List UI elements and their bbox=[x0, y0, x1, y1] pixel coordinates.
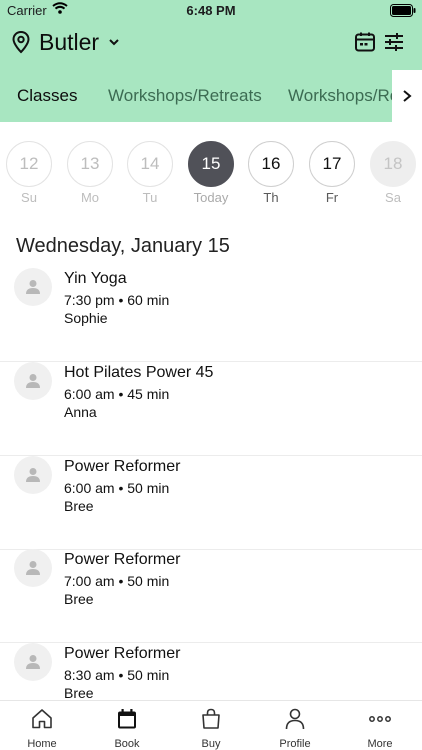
day-label: Mo bbox=[80, 190, 100, 205]
tab-workshops-retreats[interactable]: Workshops/Retreats bbox=[108, 86, 262, 106]
class-list-item[interactable]: Power Reformer 7:00 am • 50 min Bree bbox=[0, 549, 422, 643]
nav-label: More bbox=[367, 738, 393, 750]
tabs-scroll-button[interactable] bbox=[392, 70, 422, 122]
class-time: 8:30 am • 50 min bbox=[64, 667, 170, 683]
day-tuesday[interactable]: 14 Tu bbox=[127, 141, 173, 205]
nav-book[interactable]: Book bbox=[92, 707, 162, 750]
day-number: 17 bbox=[309, 141, 355, 187]
person-icon bbox=[285, 708, 305, 730]
class-list-item[interactable]: Yin Yoga 7:30 pm • 60 min Sophie bbox=[0, 268, 422, 362]
class-teacher: Anna bbox=[64, 404, 97, 420]
calendar-icon bbox=[118, 709, 136, 729]
day-number: 13 bbox=[67, 141, 113, 187]
chevron-down-icon bbox=[109, 39, 119, 46]
class-name: Power Reformer bbox=[64, 645, 181, 662]
home-icon bbox=[32, 709, 52, 729]
day-label: Tu bbox=[142, 190, 158, 205]
day-sunday[interactable]: 12 Su bbox=[6, 141, 52, 205]
day-thursday[interactable]: 16 Th bbox=[248, 141, 294, 205]
class-time: 6:00 am • 45 min bbox=[64, 386, 170, 402]
status-bar: Carrier 6:48 PM bbox=[0, 0, 422, 22]
class-name: Yin Yoga bbox=[64, 270, 127, 287]
nav-label: Book bbox=[114, 738, 140, 750]
nav-buy[interactable]: Buy bbox=[176, 707, 246, 750]
location-pin-icon bbox=[12, 30, 30, 54]
class-teacher: Bree bbox=[64, 591, 94, 607]
class-name: Hot Pilates Power 45 bbox=[64, 364, 214, 381]
category-tabs: Classes Workshops/Retreats Workshops/Ret… bbox=[0, 70, 422, 122]
avatar bbox=[14, 456, 52, 494]
status-time: 6:48 PM bbox=[186, 3, 236, 18]
nav-more[interactable]: More bbox=[345, 707, 415, 750]
class-teacher: Bree bbox=[64, 498, 94, 514]
day-selector: 12 Su 13 Mo 14 Tu 15 Today 16 Th 17 Fr 1… bbox=[0, 122, 422, 214]
avatar bbox=[14, 549, 52, 587]
day-number: 16 bbox=[248, 141, 294, 187]
day-saturday[interactable]: 18 Sa bbox=[370, 141, 416, 205]
day-monday[interactable]: 13 Mo bbox=[67, 141, 113, 205]
nav-label: Home bbox=[27, 738, 57, 750]
person-placeholder-icon bbox=[26, 655, 40, 669]
class-teacher: Sophie bbox=[64, 310, 108, 326]
person-placeholder-icon bbox=[26, 374, 40, 388]
day-today[interactable]: 15 Today bbox=[188, 141, 234, 205]
nav-profile[interactable]: Profile bbox=[260, 707, 330, 750]
day-label: Th bbox=[263, 190, 279, 205]
day-label: Fr bbox=[325, 190, 339, 205]
person-placeholder-icon bbox=[26, 468, 40, 482]
class-name: Power Reformer bbox=[64, 551, 181, 568]
battery-icon bbox=[390, 4, 416, 17]
filter-icon[interactable] bbox=[383, 31, 405, 53]
avatar bbox=[14, 643, 52, 681]
class-list-item[interactable]: Power Reformer 6:00 am • 50 min Bree bbox=[0, 456, 422, 550]
calendar-icon[interactable] bbox=[354, 31, 376, 53]
location-selector[interactable]: Butler bbox=[10, 26, 120, 58]
bottom-tab-bar: Home Book Buy Profile More bbox=[0, 700, 422, 750]
more-dots-icon bbox=[369, 716, 391, 722]
class-list-item[interactable]: Hot Pilates Power 45 6:00 am • 45 min An… bbox=[0, 362, 422, 456]
class-teacher: Bree bbox=[64, 685, 94, 701]
nav-label: Profile bbox=[279, 738, 311, 750]
location-name: Butler bbox=[39, 28, 100, 55]
shopping-bag-icon bbox=[202, 708, 220, 729]
day-number: 14 bbox=[127, 141, 173, 187]
header: Carrier 6:48 PM Butler Classes Workshops… bbox=[0, 0, 422, 122]
date-heading: Wednesday, January 15 bbox=[16, 235, 230, 257]
day-label: Su bbox=[21, 190, 37, 205]
day-number: 12 bbox=[6, 141, 52, 187]
avatar bbox=[14, 268, 52, 306]
person-placeholder-icon bbox=[26, 561, 40, 575]
class-time: 7:00 am • 50 min bbox=[64, 573, 170, 589]
day-number: 18 bbox=[370, 141, 416, 187]
day-label: Sa bbox=[385, 190, 401, 205]
chevron-right-icon bbox=[403, 90, 412, 102]
class-name: Power Reformer bbox=[64, 458, 181, 475]
class-time: 7:30 pm • 60 min bbox=[64, 292, 170, 308]
class-time: 6:00 am • 50 min bbox=[64, 480, 170, 496]
day-number: 15 bbox=[188, 141, 234, 187]
day-label: Today bbox=[193, 190, 229, 205]
nav-label: Buy bbox=[201, 738, 221, 750]
tab-classes[interactable]: Classes bbox=[17, 86, 77, 106]
person-placeholder-icon bbox=[26, 280, 40, 294]
day-friday[interactable]: 17 Fr bbox=[309, 141, 355, 205]
avatar bbox=[14, 362, 52, 400]
nav-home[interactable]: Home bbox=[7, 707, 77, 750]
